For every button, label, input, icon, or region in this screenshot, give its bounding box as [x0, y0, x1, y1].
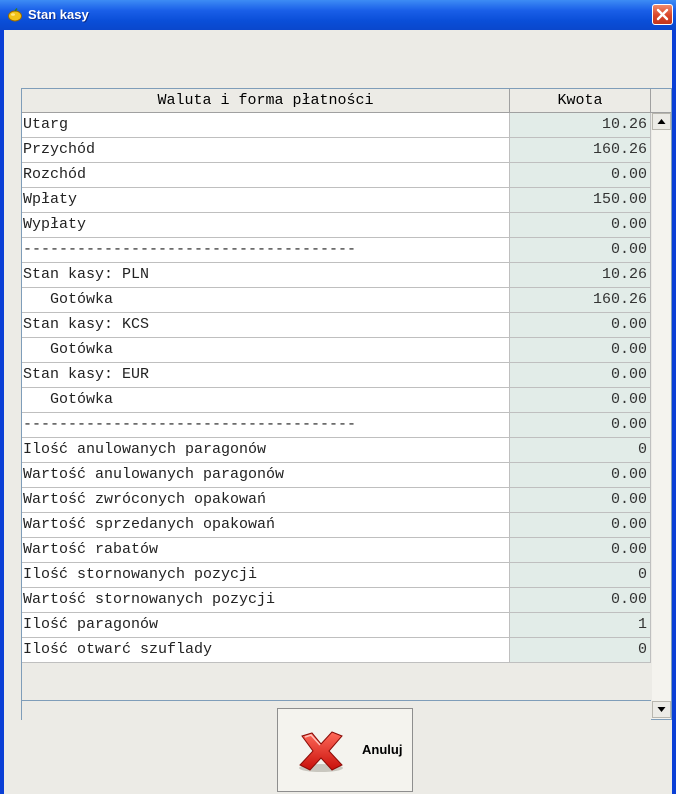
row-label: Ilość anulowanych paragonów: [22, 438, 510, 463]
row-label: Ilość stornowanych pozycji: [22, 563, 510, 588]
cash-status-table: Waluta i forma płatności Kwota Utarg 10.2…: [21, 88, 672, 720]
table-row[interactable]: Przychód 160.26: [22, 138, 651, 163]
row-value: 1: [510, 613, 651, 638]
row-label: Ilość paragonów: [22, 613, 510, 638]
table-row[interactable]: Wartość anulowanych paragonów 0.00: [22, 463, 651, 488]
row-value: 0.00: [510, 488, 651, 513]
table-row[interactable]: Rozchód 0.00: [22, 163, 651, 188]
table-row[interactable]: Ilość paragonów 1: [22, 613, 651, 638]
red-x-icon: [299, 731, 343, 772]
row-label: -------------------------------------: [22, 238, 510, 263]
row-label: Wartość rabatów: [22, 538, 510, 563]
table-row[interactable]: Ilość anulowanych paragonów 0: [22, 438, 651, 463]
row-value: 0: [510, 438, 651, 463]
table-row[interactable]: ------------------------------------- 0.0…: [22, 413, 651, 438]
table-row[interactable]: Utarg 10.26: [22, 113, 651, 138]
table-row[interactable]: Stan kasy: EUR 0.00: [22, 363, 651, 388]
lemon-icon: [8, 8, 22, 22]
row-label: Wartość anulowanych paragonów: [22, 463, 510, 488]
table-row[interactable]: Stan kasy: PLN 10.26: [22, 263, 651, 288]
row-label: Gotówka: [22, 338, 510, 363]
table-row[interactable]: Ilość otwarć szuflady 0: [22, 638, 651, 663]
scroll-up-button[interactable]: [652, 113, 671, 130]
row-label: Wartość stornowanych pozycji: [22, 588, 510, 613]
row-value: 0.00: [510, 363, 651, 388]
row-value: 0.00: [510, 163, 651, 188]
close-icon: [656, 8, 669, 21]
table-row[interactable]: Gotówka 160.26: [22, 288, 651, 313]
row-value: 160.26: [510, 138, 651, 163]
row-value: 0.00: [510, 338, 651, 363]
arrow-down-icon: [657, 707, 666, 712]
column-header-currency[interactable]: Waluta i forma płatności: [22, 89, 510, 113]
table-body: Utarg 10.26 Przychód 160.26 Rozchód 0.00 Wp…: [22, 113, 651, 663]
table-row[interactable]: Gotówka 0.00: [22, 338, 651, 363]
row-label: Przychód: [22, 138, 510, 163]
row-label: Ilość otwarć szuflady: [22, 638, 510, 663]
row-label: Gotówka: [22, 288, 510, 313]
vertical-scrollbar[interactable]: [652, 113, 671, 719]
table-row[interactable]: Gotówka 0.00: [22, 388, 651, 413]
cancel-button[interactable]: Anuluj: [277, 708, 413, 792]
row-label: Utarg: [22, 113, 510, 138]
row-value: 0.00: [510, 588, 651, 613]
table-row[interactable]: Wypłaty 0.00: [22, 213, 651, 238]
row-value: 160.26: [510, 288, 651, 313]
row-value: 0.00: [510, 213, 651, 238]
scroll-down-button[interactable]: [652, 701, 671, 718]
row-label: -------------------------------------: [22, 413, 510, 438]
row-value: 0.00: [510, 388, 651, 413]
row-value: 150.00: [510, 188, 651, 213]
row-value: 0.00: [510, 513, 651, 538]
row-label: Stan kasy: PLN: [22, 263, 510, 288]
row-label: Wartość sprzedanych opakowań: [22, 513, 510, 538]
row-value: 10.26: [510, 113, 651, 138]
row-label: Wpłaty: [22, 188, 510, 213]
row-label: Stan kasy: KCS: [22, 313, 510, 338]
row-value: 0.00: [510, 413, 651, 438]
window-titlebar[interactable]: Stan kasy: [0, 0, 676, 30]
table-row[interactable]: Stan kasy: KCS 0.00: [22, 313, 651, 338]
cancel-button-label: Anuluj: [362, 742, 403, 757]
close-button[interactable]: [652, 4, 673, 25]
column-header-amount[interactable]: Kwota: [510, 89, 651, 113]
table-row[interactable]: Ilość stornowanych pozycji 0: [22, 563, 651, 588]
row-value: 0.00: [510, 463, 651, 488]
table-row[interactable]: Wartość stornowanych pozycji 0.00: [22, 588, 651, 613]
dialog-client-area: Waluta i forma płatności Kwota Utarg 10.2…: [4, 30, 672, 794]
arrow-up-icon: [657, 119, 666, 124]
table-row[interactable]: ------------------------------------- 0.0…: [22, 238, 651, 263]
row-value: 10.26: [510, 263, 651, 288]
table-row[interactable]: Wartość zwróconych opakowań 0.00: [22, 488, 651, 513]
row-value: 0: [510, 563, 651, 588]
row-value: 0: [510, 638, 651, 663]
table-row[interactable]: Wartość rabatów 0.00: [22, 538, 651, 563]
row-label: Stan kasy: EUR: [22, 363, 510, 388]
row-value: 0.00: [510, 538, 651, 563]
column-header-corner: [651, 89, 671, 113]
row-label: Rozchód: [22, 163, 510, 188]
row-label: Wypłaty: [22, 213, 510, 238]
row-label: Gotówka: [22, 388, 510, 413]
window-title: Stan kasy: [28, 7, 89, 22]
table-row[interactable]: Wpłaty 150.00: [22, 188, 651, 213]
row-value: 0.00: [510, 313, 651, 338]
row-value: 0.00: [510, 238, 651, 263]
table-row[interactable]: Wartość sprzedanych opakowań 0.00: [22, 513, 651, 538]
row-label: Wartość zwróconych opakowań: [22, 488, 510, 513]
